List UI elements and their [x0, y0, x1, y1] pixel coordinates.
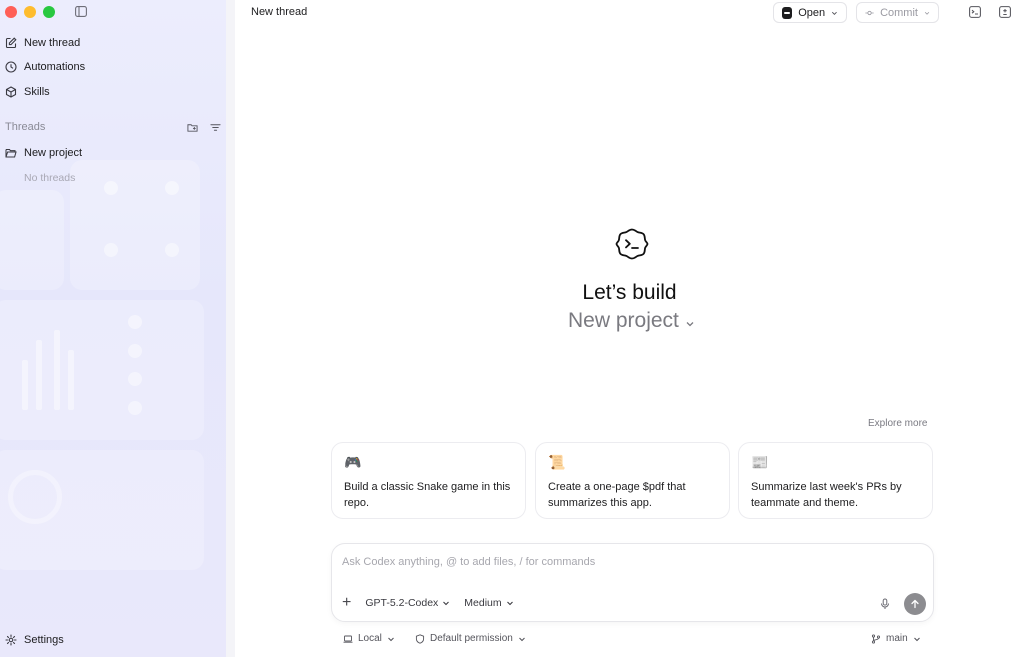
- reasoning-effort-selector[interactable]: Medium: [464, 597, 513, 609]
- environment-label: Local: [358, 633, 382, 644]
- explore-more-link[interactable]: Explore more: [868, 418, 927, 429]
- chevron-down-icon: [832, 11, 838, 15]
- prompt-input[interactable]: [342, 554, 922, 570]
- chevron-down-icon: [924, 11, 930, 15]
- model-label: GPT-5.2-Codex: [365, 597, 439, 609]
- sidebar-toggle-icon[interactable]: [75, 6, 87, 17]
- microphone-icon[interactable]: [879, 598, 891, 610]
- zoom-window-button[interactable]: [43, 6, 55, 18]
- compose-icon: [5, 37, 17, 49]
- model-selector[interactable]: GPT-5.2-Codex: [365, 597, 450, 609]
- diff-panel-icon[interactable]: [999, 6, 1011, 18]
- sidebar-item-automations[interactable]: Automations: [5, 57, 85, 77]
- background-blur-bar: [36, 340, 42, 410]
- composer-controls: + GPT-5.2-Codex Medium: [342, 595, 514, 611]
- gamepad-icon: 🎮: [344, 454, 362, 470]
- background-blur-dot: [128, 344, 142, 358]
- background-blur-bar: [22, 360, 28, 410]
- chevron-down-icon: [388, 637, 394, 641]
- permission-label: Default permission: [430, 633, 513, 644]
- background-blur-dot: [165, 243, 179, 257]
- background-blur-shape: [0, 300, 204, 440]
- git-branch-icon: [871, 633, 881, 644]
- empty-threads-text: No threads: [24, 172, 76, 184]
- close-window-button[interactable]: [5, 6, 17, 18]
- effort-label: Medium: [464, 597, 502, 609]
- open-label: Open: [798, 6, 826, 19]
- project-selector[interactable]: New project: [568, 309, 695, 333]
- open-in-button[interactable]: Open: [773, 2, 847, 23]
- folder-open-icon: [5, 148, 17, 158]
- add-attachment-button[interactable]: +: [342, 595, 351, 611]
- sidebar-item-label: Automations: [24, 61, 86, 73]
- send-button[interactable]: [904, 593, 926, 615]
- chevron-down-icon: [506, 601, 513, 606]
- permission-selector[interactable]: Default permission: [415, 633, 526, 644]
- clock-icon: [5, 61, 17, 73]
- terminal-icon[interactable]: [969, 6, 981, 18]
- background-blur-dot: [128, 401, 142, 415]
- sidebar-item-new-project[interactable]: New project: [5, 143, 82, 163]
- newspaper-icon: 📰: [751, 454, 769, 470]
- hero-title: Let’s build: [582, 281, 677, 304]
- threads-section-header: Threads: [5, 120, 221, 134]
- sidebar-item-settings[interactable]: Settings: [5, 630, 64, 650]
- sidebar-item-label: New thread: [24, 37, 81, 49]
- sidebar-item-new-thread[interactable]: New thread: [5, 33, 80, 53]
- chevron-down-icon: [686, 321, 694, 326]
- environment-selector[interactable]: Local: [343, 633, 395, 644]
- commit-label: Commit: [880, 6, 918, 19]
- sidebar-resize-handle[interactable]: [226, 0, 235, 657]
- shield-icon: [415, 633, 425, 644]
- suggestion-text: Create a one-page $pdf that summarizes t…: [548, 481, 686, 509]
- background-blur-shape: [0, 190, 64, 290]
- sidebar-item-label: Settings: [24, 634, 64, 646]
- editor-app-icon: [782, 6, 793, 19]
- suggestion-card[interactable]: 📜 Create a one-page $pdf that summarizes…: [535, 442, 730, 519]
- filter-icon[interactable]: [210, 122, 221, 133]
- commit-button[interactable]: Commit: [856, 2, 939, 23]
- background-blur-dot: [128, 372, 142, 386]
- gear-icon: [5, 634, 17, 646]
- sidebar-item-label: New project: [24, 147, 83, 159]
- sidebar-item-label: Skills: [24, 86, 50, 98]
- commit-icon: [865, 10, 874, 15]
- sidebar: New thread Automations Skills Threads Ne…: [0, 0, 226, 657]
- background-blur-dot: [104, 181, 118, 195]
- suggestion-text: Build a classic Snake game in this repo.: [344, 481, 511, 509]
- chevron-down-icon: [518, 637, 525, 641]
- suggestion-text: Summarize last week's PRs by teammate an…: [751, 481, 902, 509]
- arrow-up-icon: [911, 599, 919, 609]
- composer: + GPT-5.2-Codex Medium: [331, 543, 934, 622]
- background-blur-dot: [104, 243, 118, 257]
- codex-logo-icon: [615, 228, 649, 260]
- chevron-down-icon: [443, 601, 450, 606]
- suggestion-card[interactable]: 📰 Summarize last week's PRs by teammate …: [738, 442, 933, 519]
- branch-selector[interactable]: main: [871, 633, 921, 644]
- sidebar-item-skills[interactable]: Skills: [5, 82, 50, 102]
- suggestion-card[interactable]: 🎮 Build a classic Snake game in this rep…: [331, 442, 526, 519]
- new-folder-icon[interactable]: [187, 122, 198, 133]
- branch-label: main: [886, 633, 908, 644]
- scroll-icon: 📜: [548, 454, 566, 470]
- threads-actions: [187, 122, 221, 133]
- background-blur-bar: [68, 350, 74, 410]
- cube-icon: [5, 86, 17, 98]
- page-title: New thread: [251, 6, 308, 18]
- main-panel: New thread Open Commit Let’s build New p…: [235, 0, 1024, 657]
- background-blur-shape: [70, 160, 200, 290]
- background-blur-dot: [165, 181, 179, 195]
- project-name: New project: [568, 309, 679, 332]
- minimize-window-button[interactable]: [24, 6, 36, 18]
- background-blur-dot: [128, 315, 142, 329]
- background-blur-bar: [54, 330, 60, 410]
- threads-title: Threads: [5, 121, 46, 133]
- background-blur-circle: [8, 470, 62, 524]
- laptop-icon: [343, 635, 353, 643]
- window-controls: [5, 6, 55, 18]
- chevron-down-icon: [913, 637, 920, 641]
